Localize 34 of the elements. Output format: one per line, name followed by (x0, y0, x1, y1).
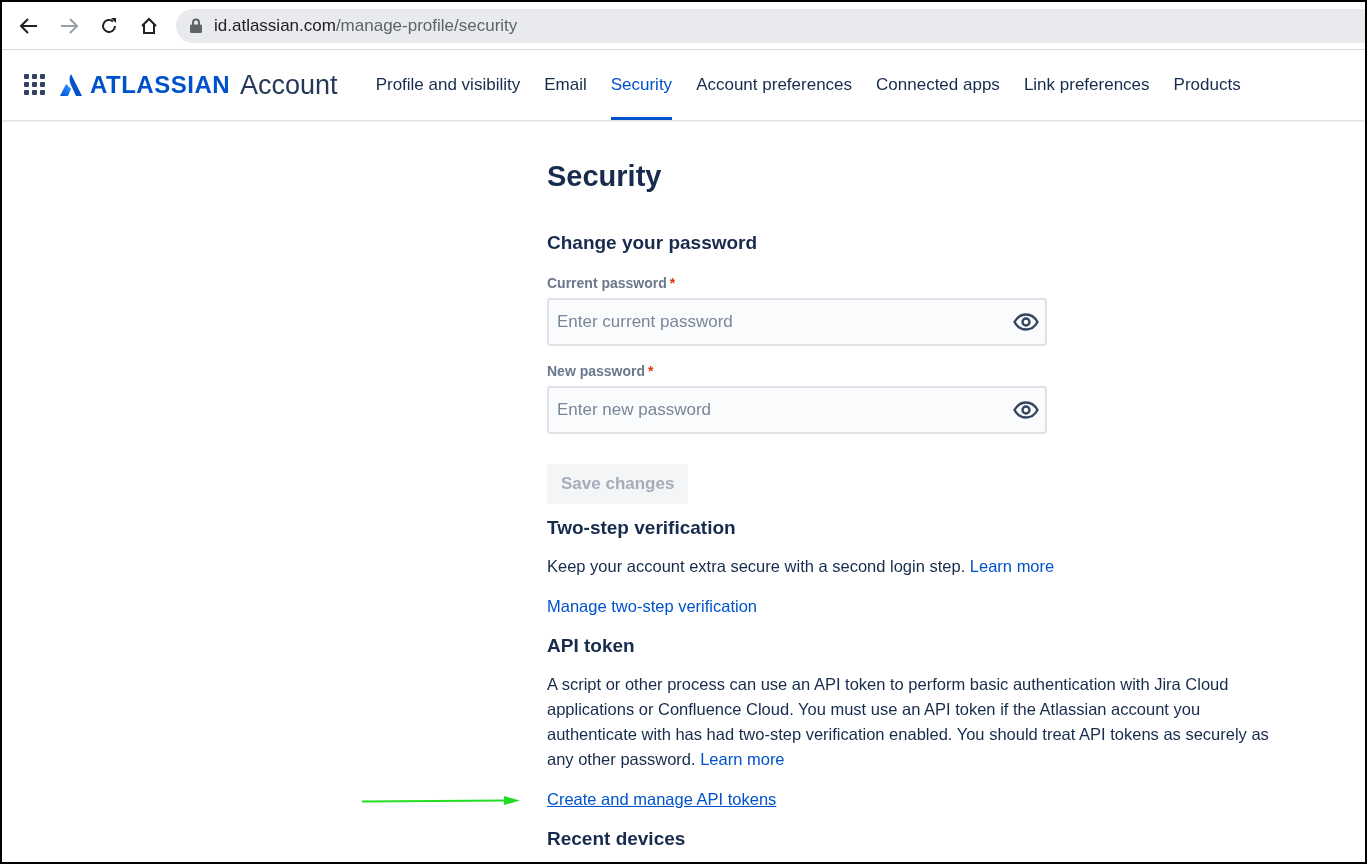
password-field[interactable]: Enter current password (547, 298, 1047, 346)
required-mark: * (648, 363, 654, 379)
nav-tab[interactable]: Email (544, 50, 587, 120)
nav-tab[interactable]: Profile and visibility (375, 50, 521, 120)
section-heading: Recent devices (547, 827, 686, 851)
learn-more-link[interactable]: Learn more (969, 557, 1055, 575)
manage-two-step-link[interactable]: Manage two-step verification (547, 594, 758, 619)
api-tokens-link[interactable]: Create and manage API tokens (547, 787, 777, 812)
atlassian-logo[interactable]: ATLASSIAN Account (60, 69, 338, 101)
page-title: Security (547, 159, 662, 194)
lock-icon (190, 18, 202, 33)
password-field[interactable]: Enter new password (547, 386, 1047, 434)
description-text: A script or other process can use an API token to perform basic authentication with Jira Cloud applications or Confluence Cloud. You must use an API token if the Atlassian account you authenticate with has had two-step verification enabled. You should treat API tokens as securely as any other password. Learn more (547, 674, 1270, 770)
eye-icon[interactable] (1013, 401, 1039, 419)
home-icon[interactable] (140, 16, 158, 35)
nav-tab[interactable]: Connected apps (876, 50, 1000, 120)
nav-tab[interactable]: Account preferences (696, 50, 853, 120)
field-label: Current password (547, 275, 667, 291)
description-text: Keep your account extra secure with a second login step. Learn more (547, 556, 1055, 577)
forward-icon[interactable] (60, 17, 78, 34)
section-heading: API token (547, 634, 635, 658)
back-icon[interactable] (20, 17, 38, 34)
eye-icon[interactable] (1013, 313, 1039, 331)
nav-tab[interactable]: Link preferences (1023, 50, 1150, 120)
reload-icon[interactable] (100, 16, 118, 35)
field-label: New password (547, 363, 646, 379)
nav-tab[interactable]: Security (610, 50, 673, 120)
app-grid-icon[interactable] (24, 74, 46, 96)
required-mark: * (669, 275, 676, 291)
section-heading: Two-step verification (547, 516, 736, 540)
address-bar[interactable]: id.atlassian.com/manage-profile/security (176, 8, 1365, 43)
learn-more-link[interactable]: Learn more (700, 750, 785, 768)
section-heading: Change your password (547, 231, 758, 255)
nav-tab[interactable]: Products (1173, 50, 1241, 120)
